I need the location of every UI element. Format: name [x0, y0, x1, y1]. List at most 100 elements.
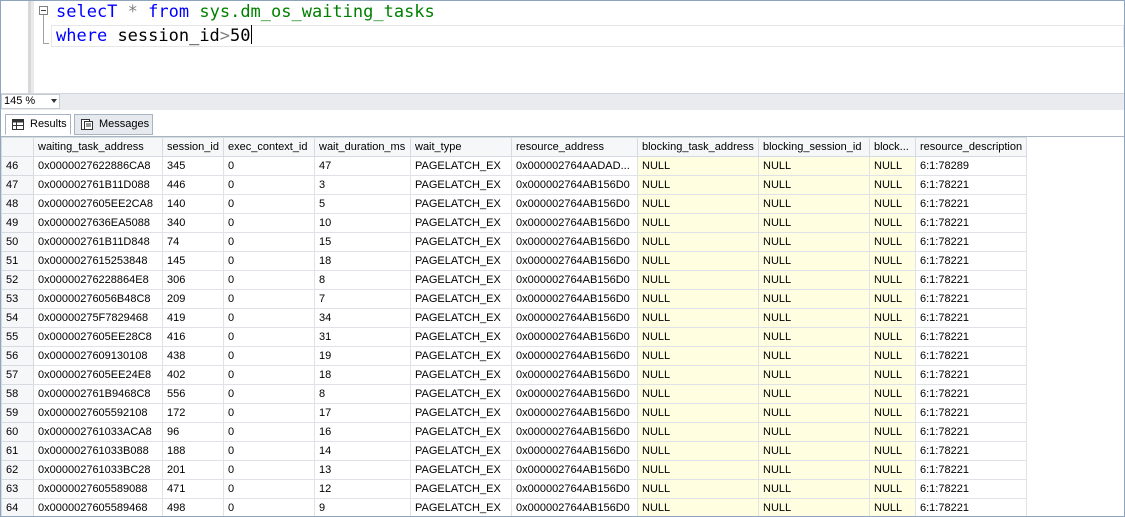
tab-messages[interactable]: Messages: [74, 114, 153, 135]
table-cell[interactable]: 0x000002764AB156D0: [511, 441, 638, 461]
table-cell[interactable]: 47: [314, 156, 411, 176]
table-cell[interactable]: PAGELATCH_EX: [410, 346, 512, 366]
row-number[interactable]: 57: [1, 365, 34, 385]
table-cell[interactable]: 18: [314, 251, 411, 271]
table-cell[interactable]: 0: [223, 327, 315, 347]
table-cell[interactable]: 6:1:78221: [915, 327, 1027, 347]
table-cell[interactable]: 6:1:78221: [915, 441, 1027, 461]
table-cell[interactable]: PAGELATCH_EX: [410, 327, 512, 347]
table-cell[interactable]: 0x000002764AB156D0: [511, 479, 638, 499]
table-cell[interactable]: 0x000002764AB156D0: [511, 251, 638, 271]
table-row[interactable]: 58 0x000002761B9468C8 556 0 8 PAGELATCH_EX 0x0…: [1, 384, 1027, 404]
table-cell[interactable]: 6:1:78221: [915, 308, 1027, 328]
table-cell[interactable]: PAGELATCH_EX: [410, 479, 512, 499]
column-header[interactable]: wait_type: [410, 137, 512, 157]
row-number[interactable]: 61: [1, 441, 34, 461]
table-cell[interactable]: 471: [162, 479, 224, 499]
table-cell[interactable]: 6:1:78221: [915, 232, 1027, 252]
table-cell[interactable]: PAGELATCH_EX: [410, 289, 512, 309]
table-cell[interactable]: 6:1:78289: [915, 156, 1027, 176]
table-cell[interactable]: 0x000002761B11D848: [33, 232, 163, 252]
table-cell[interactable]: 0x000002761033BC28: [33, 460, 163, 480]
row-number[interactable]: 56: [1, 346, 34, 366]
table-cell[interactable]: 556: [162, 384, 224, 404]
table-cell[interactable]: PAGELATCH_EX: [410, 365, 512, 385]
table-cell[interactable]: NULL: [637, 441, 759, 461]
table-cell[interactable]: 17: [314, 403, 411, 423]
table-row[interactable]: 57 0x0000027605EE24E8 402 0 18 PAGELATCH_EX 0x…: [1, 365, 1027, 385]
table-cell[interactable]: NULL: [637, 365, 759, 385]
table-cell[interactable]: NULL: [758, 232, 870, 252]
table-cell[interactable]: NULL: [869, 251, 916, 271]
table-cell[interactable]: 0x000002764AB156D0: [511, 460, 638, 480]
code-line-1[interactable]: selecT * from sys.dm_os_waiting_tasks: [56, 1, 435, 23]
table-cell[interactable]: 8: [314, 384, 411, 404]
table-cell[interactable]: NULL: [869, 270, 916, 290]
table-cell[interactable]: 0: [223, 460, 315, 480]
table-row[interactable]: 61 0x000002761033B088 188 0 14 PAGELATCH_EX 0x…: [1, 441, 1027, 461]
column-header[interactable]: waiting_task_address: [33, 137, 163, 157]
table-cell[interactable]: NULL: [869, 498, 916, 516]
column-header[interactable]: blocking_session_id: [758, 137, 870, 157]
code-line-2[interactable]: where session_id>50: [56, 25, 252, 47]
table-cell[interactable]: 6:1:78221: [915, 365, 1027, 385]
table-cell[interactable]: NULL: [758, 156, 870, 176]
table-cell[interactable]: NULL: [758, 498, 870, 516]
table-cell[interactable]: NULL: [758, 479, 870, 499]
table-cell[interactable]: 0: [223, 308, 315, 328]
table-cell[interactable]: NULL: [758, 460, 870, 480]
table-cell[interactable]: 0x0000027622886CA8: [33, 156, 163, 176]
table-cell[interactable]: 140: [162, 194, 224, 214]
table-row[interactable]: 59 0x0000027605592108 172 0 17 PAGELATCH_EX 0x…: [1, 403, 1027, 423]
table-cell[interactable]: 438: [162, 346, 224, 366]
table-cell[interactable]: PAGELATCH_EX: [410, 213, 512, 233]
table-cell[interactable]: PAGELATCH_EX: [410, 403, 512, 423]
table-cell[interactable]: PAGELATCH_EX: [410, 270, 512, 290]
table-cell[interactable]: 6:1:78221: [915, 346, 1027, 366]
row-number[interactable]: 51: [1, 251, 34, 271]
table-cell[interactable]: NULL: [758, 346, 870, 366]
row-number[interactable]: 53: [1, 289, 34, 309]
table-cell[interactable]: 6:1:78221: [915, 384, 1027, 404]
table-cell[interactable]: NULL: [758, 194, 870, 214]
table-cell[interactable]: 6:1:78221: [915, 289, 1027, 309]
table-cell[interactable]: 12: [314, 479, 411, 499]
table-cell[interactable]: NULL: [637, 251, 759, 271]
table-cell[interactable]: 188: [162, 441, 224, 461]
zoom-dropdown[interactable]: 145 %: [1, 94, 60, 109]
table-cell[interactable]: NULL: [637, 308, 759, 328]
table-cell[interactable]: 0: [223, 175, 315, 195]
table-cell[interactable]: NULL: [758, 289, 870, 309]
table-cell[interactable]: 0x000002761033B088: [33, 441, 163, 461]
table-cell[interactable]: 0x000002761B9468C8: [33, 384, 163, 404]
table-cell[interactable]: 6:1:78221: [915, 498, 1027, 516]
table-cell[interactable]: 0x000002764AB156D0: [511, 403, 638, 423]
table-cell[interactable]: NULL: [758, 213, 870, 233]
row-number[interactable]: 59: [1, 403, 34, 423]
table-cell[interactable]: NULL: [758, 441, 870, 461]
table-cell[interactable]: NULL: [869, 194, 916, 214]
table-cell[interactable]: PAGELATCH_EX: [410, 384, 512, 404]
column-header[interactable]: block...: [869, 137, 916, 157]
table-cell[interactable]: 0x0000027605589468: [33, 498, 163, 516]
table-cell[interactable]: 6:1:78221: [915, 251, 1027, 271]
table-cell[interactable]: NULL: [869, 213, 916, 233]
table-cell[interactable]: 0: [223, 194, 315, 214]
table-cell[interactable]: NULL: [869, 308, 916, 328]
table-cell[interactable]: 0x000002764AB156D0: [511, 308, 638, 328]
table-cell[interactable]: PAGELATCH_EX: [410, 460, 512, 480]
table-cell[interactable]: PAGELATCH_EX: [410, 422, 512, 442]
table-cell[interactable]: NULL: [869, 175, 916, 195]
table-cell[interactable]: NULL: [869, 479, 916, 499]
row-number[interactable]: 50: [1, 232, 34, 252]
table-cell[interactable]: 0: [223, 479, 315, 499]
table-cell[interactable]: 0x000002764AB156D0: [511, 327, 638, 347]
table-cell[interactable]: 306: [162, 270, 224, 290]
column-header[interactable]: resource_description: [915, 137, 1027, 157]
table-cell[interactable]: NULL: [637, 289, 759, 309]
table-cell[interactable]: 6:1:78221: [915, 175, 1027, 195]
query-editor[interactable]: selecT * from sys.dm_os_waiting_tasks wh…: [1, 1, 1124, 93]
table-cell[interactable]: 16: [314, 422, 411, 442]
table-cell[interactable]: NULL: [637, 270, 759, 290]
table-row[interactable]: 56 0x0000027609130108 438 0 19 PAGELATCH_EX 0x…: [1, 346, 1027, 366]
